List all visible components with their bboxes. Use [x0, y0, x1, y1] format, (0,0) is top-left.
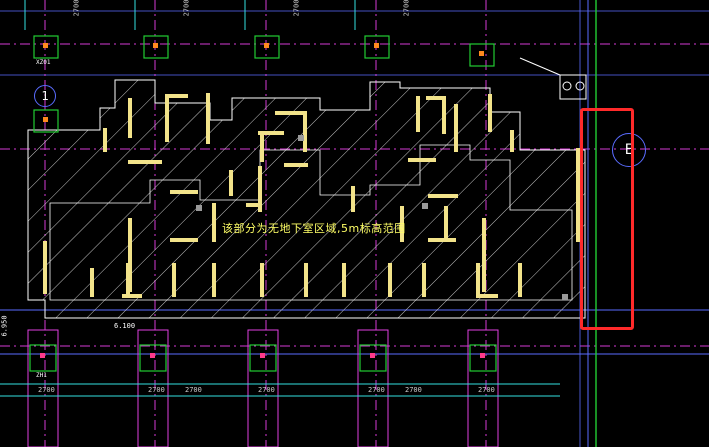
- selection-highlight-box[interactable]: [580, 108, 634, 330]
- dimension-bottom-2: 2700: [148, 386, 165, 394]
- axis-bubble-1: 1: [34, 85, 56, 107]
- dimension-top-3: 2700: [292, 0, 301, 17]
- detail-callout: [519, 57, 587, 100]
- dimension-bottom-7: 2700: [405, 386, 422, 394]
- dimension-bottom-1: 2700: [38, 386, 55, 394]
- dimension-top-4: 2700: [402, 0, 411, 17]
- dimension-top-1: 2700: [72, 0, 81, 17]
- dimension-bottom-6: 2700: [185, 386, 202, 394]
- pile-tag: ZH1: [36, 372, 47, 379]
- dimension-top-2: 2700: [182, 0, 191, 17]
- dimension-bottom-4: 2700: [368, 386, 385, 394]
- dimension-bottom-5: 2700: [478, 386, 495, 394]
- left-elevation-label: 6.950: [0, 315, 9, 337]
- cad-drawing-viewport[interactable]: 1 E 该部分为无地下室区域,5m标高范围 6.100 6.950 2700 2…: [0, 0, 709, 447]
- plan-elevation-label: 6.100: [114, 322, 136, 330]
- pile-cap-tag: XZ01: [36, 59, 51, 66]
- zone-note-label: 该部分为无地下室区域,5m标高范围: [222, 222, 406, 235]
- dimension-bottom-3: 2700: [258, 386, 275, 394]
